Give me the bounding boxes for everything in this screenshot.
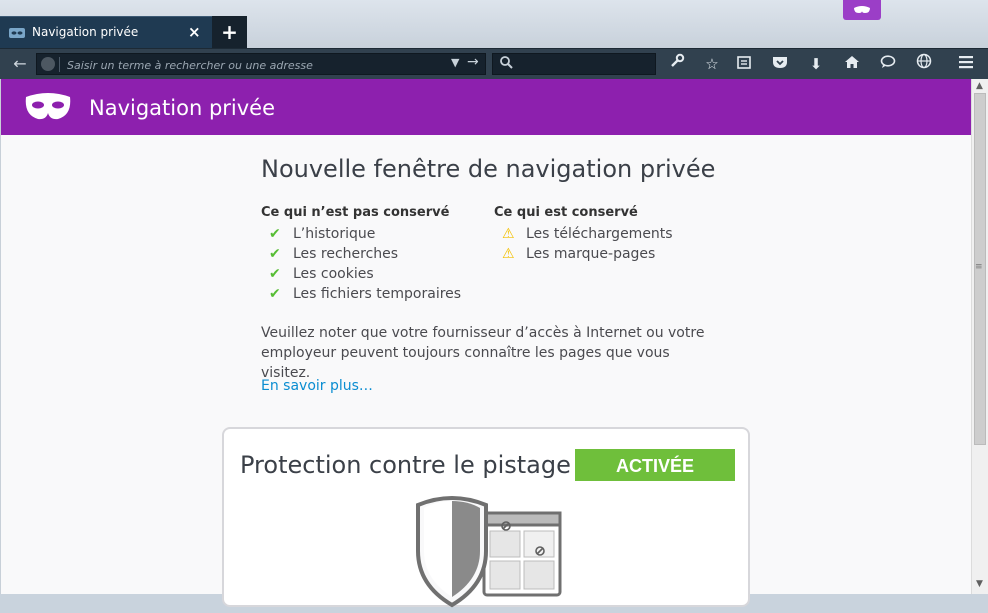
list-item-label: Les recherches	[293, 246, 399, 262]
tab-private-browsing[interactable]: Navigation privée ×	[0, 16, 212, 48]
scroll-down-arrow-icon[interactable]: ▼	[976, 579, 983, 589]
search-icon	[499, 55, 513, 73]
url-bar[interactable]: ▼ →	[36, 53, 486, 75]
tab-close-icon[interactable]: ×	[188, 23, 201, 41]
warning-icon: ⚠	[502, 246, 515, 262]
home-icon[interactable]	[841, 53, 863, 75]
back-button[interactable]: ←	[8, 53, 32, 75]
site-identity-icon[interactable]	[41, 57, 55, 71]
bookmark-star-icon[interactable]: ☆	[701, 53, 723, 75]
private-browsing-indicator-icon	[843, 0, 881, 20]
list-item-label: Les marque-pages	[526, 246, 656, 262]
list-item: ✔ Les cookies	[261, 264, 461, 284]
list-item: ✔ Les recherches	[261, 244, 461, 264]
scrollbar-grip-icon: ≡	[975, 262, 983, 272]
tab-title: Navigation privée	[32, 25, 139, 39]
navigation-toolbar: ← ▼ → ☆ ⬇	[0, 48, 988, 79]
not-saved-column: Ce qui n’est pas conservé ✔ L’historique …	[261, 205, 461, 304]
go-arrow-icon[interactable]: →	[467, 54, 479, 70]
list-item-label: Les fichiers temporaires	[293, 286, 462, 302]
list-item-label: Les cookies	[293, 266, 374, 282]
checkmark-icon: ✔	[269, 286, 281, 302]
list-item: ⚠ Les marque-pages	[494, 244, 673, 264]
history-dropdown-icon[interactable]: ▼	[451, 56, 459, 69]
title-bar: Navigation privée × +	[0, 0, 988, 48]
learn-more-link[interactable]: En savoir plus…	[261, 378, 373, 394]
checkmark-icon: ✔	[269, 246, 281, 262]
not-saved-heading: Ce qui n’est pas conservé	[261, 205, 450, 220]
saved-heading: Ce qui est conservé	[494, 205, 638, 220]
vertical-scrollbar[interactable]: ▲ ≡ ▼	[971, 79, 988, 594]
hamburger-menu-icon[interactable]	[955, 53, 977, 75]
private-mask-icon	[25, 93, 71, 120]
globe-icon[interactable]	[913, 53, 935, 75]
private-browsing-header: Navigation privée	[1, 79, 971, 135]
list-item: ⚠ Les téléchargements	[494, 224, 673, 244]
list-item: ✔ L’historique	[261, 224, 461, 244]
wrench-icon[interactable]	[666, 53, 688, 75]
tracking-protection-title: Protection contre le pistage	[240, 451, 571, 479]
url-separator	[59, 57, 60, 72]
chat-bubble-icon[interactable]	[877, 53, 899, 75]
tracking-protection-shield-icon	[416, 496, 562, 608]
url-input[interactable]	[65, 55, 449, 75]
saved-column: Ce qui est conservé ⚠ Les téléchargements…	[494, 205, 673, 264]
list-item-label: L’historique	[293, 226, 376, 242]
list-item-label: Les téléchargements	[526, 226, 673, 242]
header-title: Navigation privée	[89, 96, 276, 120]
bookmarks-menu-icon[interactable]	[733, 53, 755, 75]
list-item: ✔ Les fichiers temporaires	[261, 284, 461, 304]
warning-icon: ⚠	[502, 226, 515, 242]
tracking-protection-panel: Protection contre le pistage ACTIVÉE	[222, 427, 750, 608]
scroll-up-arrow-icon[interactable]: ▲	[976, 81, 983, 91]
private-mask-favicon-icon	[9, 28, 25, 38]
page-title: Nouvelle fenêtre de navigation privée	[261, 155, 716, 183]
private-browsing-info: Nouvelle fenêtre de navigation privée Ce…	[261, 155, 761, 394]
checkmark-icon: ✔	[269, 226, 281, 242]
page-content: Navigation privée Nouvelle fenêtre de na…	[0, 79, 971, 608]
checkmark-icon: ✔	[269, 266, 281, 282]
search-bar[interactable]	[492, 53, 656, 75]
isp-notice: Veuillez noter que votre fournisseur d’a…	[261, 325, 705, 381]
downloads-icon[interactable]: ⬇	[805, 53, 827, 75]
new-tab-button[interactable]: +	[212, 16, 247, 48]
tracking-protection-toggle-button[interactable]: ACTIVÉE	[575, 449, 735, 481]
pocket-icon[interactable]	[769, 53, 791, 75]
